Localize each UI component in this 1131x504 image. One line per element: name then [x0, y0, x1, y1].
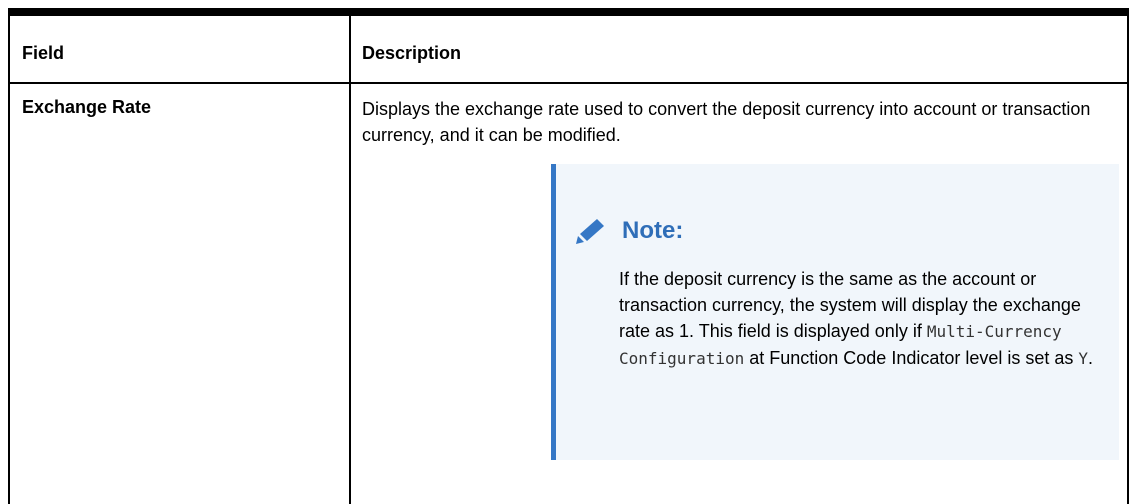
note-body: If the deposit currency is the same as t… [619, 266, 1107, 372]
exchange-rate-field-name: Exchange Rate [22, 97, 152, 117]
field-column-header: Field [22, 43, 65, 63]
note-text-2: at Function Code Indicator level is set … [744, 348, 1079, 368]
note-callout: Note: If the deposit currency is the sam… [551, 164, 1119, 460]
note-header: Note: [574, 216, 683, 246]
note-text-3: . [1088, 348, 1094, 368]
header-divider [10, 82, 1127, 84]
pencil-icon [576, 219, 604, 244]
exchange-rate-description: Displays the exchange rate used to conve… [362, 99, 1091, 145]
description-column-header: Description [362, 43, 462, 63]
note-title: Note: [622, 217, 684, 244]
column-divider [349, 16, 351, 504]
indicator-value-code: Y [1078, 349, 1089, 368]
